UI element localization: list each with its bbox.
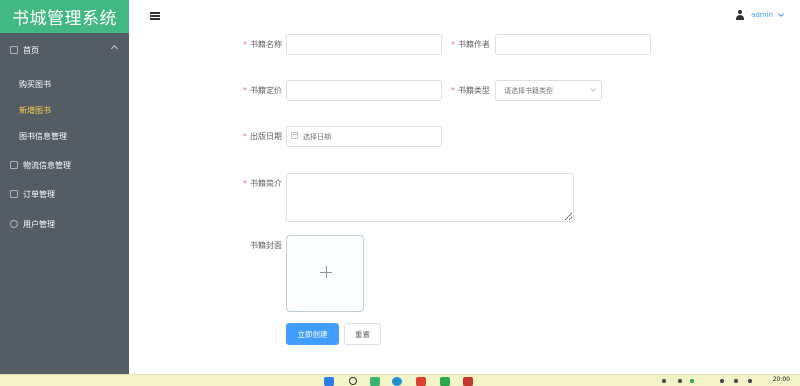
book-price-label: * 书籍定价: [243, 85, 282, 95]
wps-icon[interactable]: [416, 377, 426, 386]
app-logo: 书城管理系统: [0, 0, 129, 33]
taskbar: 20:00: [0, 374, 800, 386]
book-name-label: * 书籍名称: [243, 39, 282, 49]
sidebar-item-label: 订单管理: [23, 189, 55, 199]
battery-icon[interactable]: [748, 379, 752, 383]
tray-icon[interactable]: [662, 379, 666, 383]
sidebar-item-orders[interactable]: 订单管理: [0, 179, 129, 209]
sidebar-subitem-book-management[interactable]: 图书信息管理: [0, 124, 129, 148]
wifi-icon[interactable]: [720, 379, 724, 383]
sidebar-subitem-label: 新增图书: [19, 105, 51, 115]
sidebar-item-users[interactable]: 用户管理: [0, 209, 129, 239]
reset-button[interactable]: 重置: [344, 323, 381, 345]
sidebar-item-home[interactable]: 首页: [0, 35, 129, 65]
ide-icon[interactable]: [463, 377, 473, 386]
app-title: 书城管理系统: [12, 9, 117, 29]
publish-date-input[interactable]: [286, 126, 442, 147]
truck-icon: [10, 161, 18, 169]
user-settings-icon: [10, 220, 18, 228]
search-icon[interactable]: [349, 377, 357, 385]
calendar-icon: [291, 132, 298, 139]
user-icon: [735, 10, 745, 20]
chevron-down-icon: [778, 11, 784, 17]
book-type-select[interactable]: [495, 80, 602, 101]
sidebar-item-logistics[interactable]: 物流信息管理: [0, 150, 129, 180]
plus-icon: [325, 266, 327, 278]
sidebar-subitem-buy-books[interactable]: 购买图书: [0, 72, 129, 96]
tray-icon[interactable]: [678, 379, 682, 383]
sidebar-item-label: 物流信息管理: [23, 160, 71, 170]
monitor-icon: [10, 46, 18, 54]
order-icon: [10, 190, 18, 198]
book-name-input[interactable]: [286, 34, 442, 55]
tray-icon[interactable]: [690, 379, 694, 383]
book-author-label: * 书籍作者: [451, 39, 490, 49]
book-intro-label: * 书籍简介: [243, 178, 282, 188]
book-type-label: * 书籍类型: [451, 85, 490, 95]
chevron-up-icon: [110, 44, 119, 53]
book-cover-label: 书籍封面: [250, 240, 282, 250]
user-name: admin: [751, 11, 773, 19]
sidebar-subitem-add-book[interactable]: 新增图书: [0, 98, 129, 122]
user-menu[interactable]: admin: [735, 10, 784, 20]
book-price-input[interactable]: [286, 80, 442, 101]
clock[interactable]: 20:00: [773, 376, 790, 383]
hamburger-icon[interactable]: [150, 12, 160, 20]
publish-date-label: * 出版日期: [243, 131, 282, 141]
volume-icon[interactable]: [734, 379, 738, 383]
book-author-input[interactable]: [495, 34, 651, 55]
book-intro-textarea[interactable]: [286, 173, 574, 222]
book-type-input[interactable]: [495, 80, 602, 101]
app-icon[interactable]: [370, 377, 380, 386]
sidebar-item-label: 首页: [23, 45, 39, 55]
windows-start-icon[interactable]: [324, 377, 334, 386]
sidebar-subitem-label: 图书信息管理: [19, 131, 67, 141]
edge-icon[interactable]: [392, 377, 402, 386]
app-icon[interactable]: [440, 377, 450, 386]
sidebar-item-label: 用户管理: [23, 219, 55, 229]
sidebar-subitem-label: 购买图书: [19, 79, 51, 89]
create-button[interactable]: 立即创建: [286, 323, 339, 345]
cover-uploader[interactable]: [286, 235, 364, 312]
